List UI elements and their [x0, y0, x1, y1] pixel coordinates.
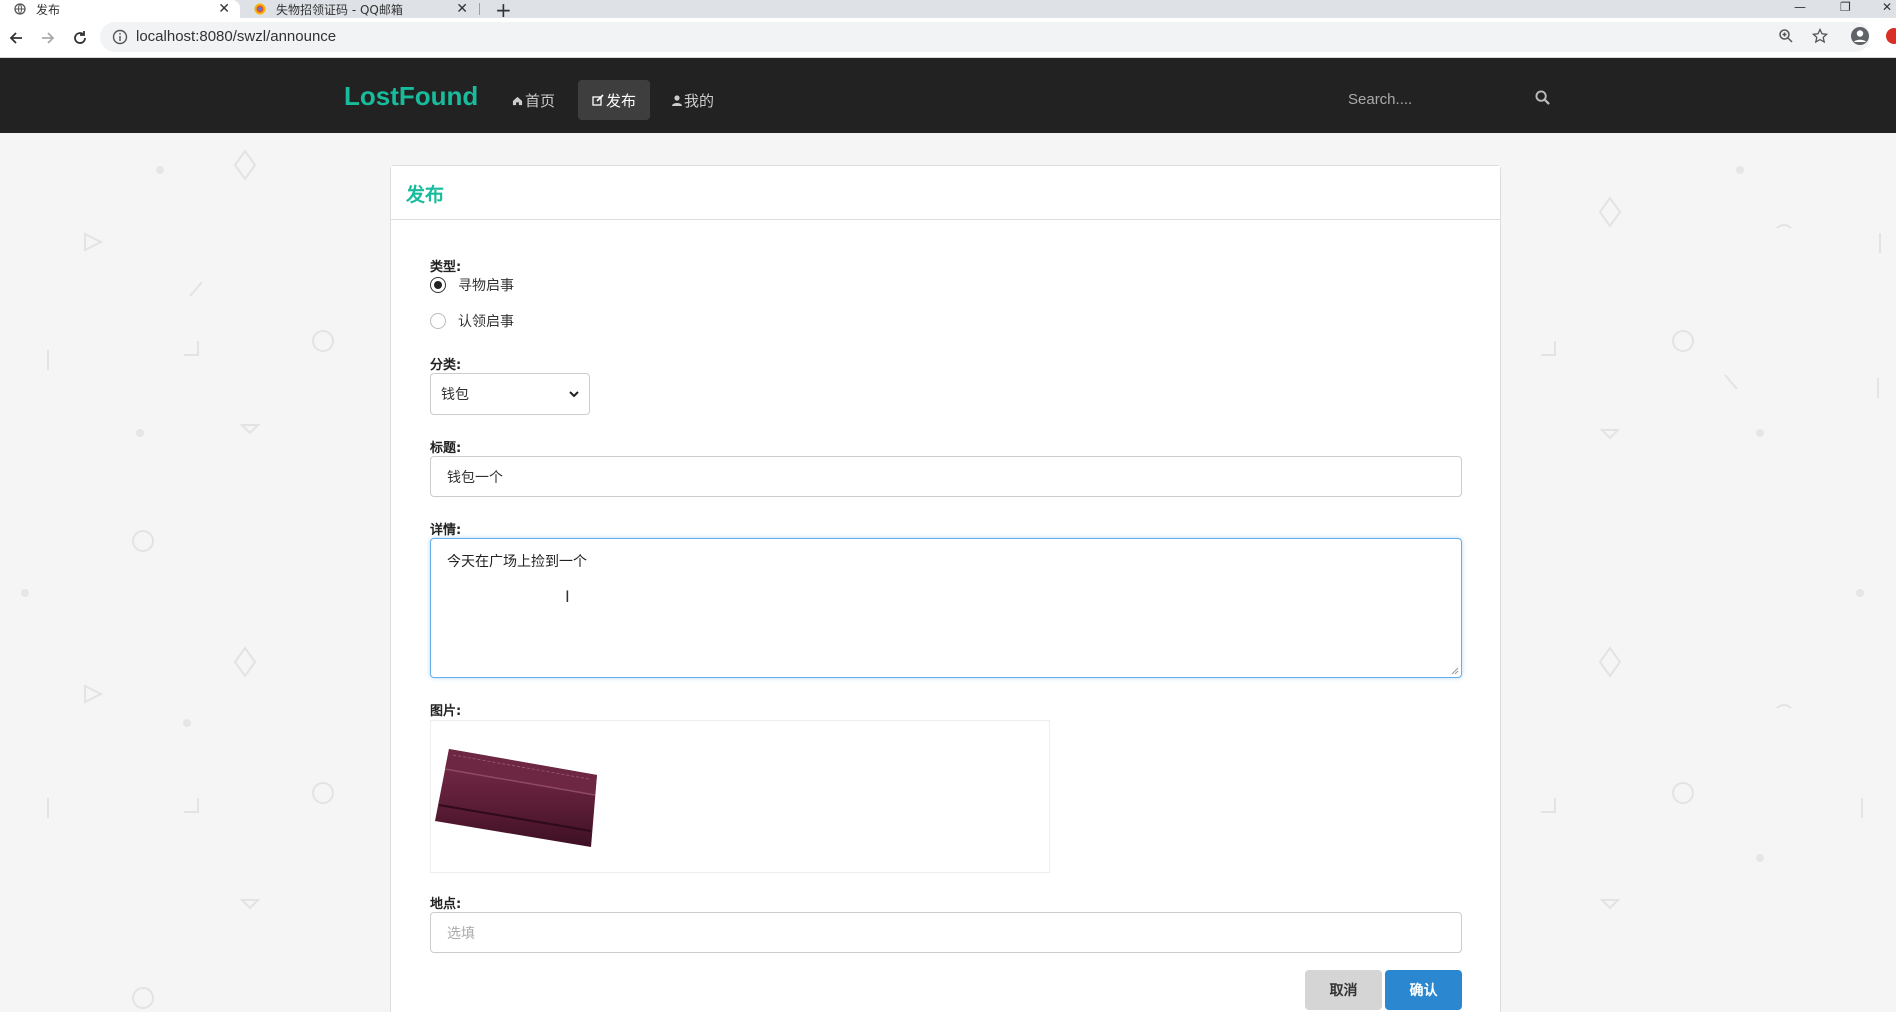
chevron-down-icon	[569, 390, 579, 397]
address-bar[interactable]: localhost:8080/swzl/announce	[100, 22, 1870, 52]
edit-icon	[592, 94, 604, 106]
nav-announce-label: 发布	[606, 91, 637, 110]
nav-home-label: 首页	[525, 91, 556, 110]
minimize-icon[interactable]: —	[1794, 0, 1806, 14]
image-label: 图片:	[430, 704, 462, 719]
radio-claim-notice-label: 认领启事	[458, 314, 514, 330]
title-input[interactable]: 钱包一个	[430, 456, 1462, 497]
user-icon	[672, 94, 682, 106]
search-icon[interactable]	[1535, 90, 1550, 109]
url-text: localhost:8080/swzl/announce	[136, 28, 337, 45]
search-input[interactable]	[1348, 84, 1528, 114]
zoom-icon[interactable]	[1778, 28, 1794, 48]
radio-claim-notice[interactable]: 认领启事	[430, 311, 514, 331]
nav-announce[interactable]: 发布	[578, 80, 651, 120]
tab-close-icon[interactable]: ✕	[456, 1, 468, 17]
back-arrow-icon[interactable]	[4, 26, 28, 50]
image-upload-area[interactable]	[430, 720, 1050, 873]
browser-tabstrip: 发布 ✕ 失物招领证码 - QQ邮箱 ✕ + — ❐ ✕	[0, 0, 1896, 22]
detail-textarea[interactable]: 今天在广场上捡到一个 I	[430, 538, 1462, 678]
panel-title: 发布	[406, 184, 445, 206]
confirm-button[interactable]: 确认	[1385, 970, 1462, 1010]
radio-lost-notice[interactable]: 寻物启事	[430, 275, 514, 295]
browser-toolbar: localhost:8080/swzl/announce	[0, 18, 1896, 58]
reload-icon[interactable]	[68, 26, 92, 50]
window-close-icon[interactable]: ✕	[1882, 0, 1892, 14]
title-label: 标题:	[430, 441, 462, 456]
extension-icon[interactable]	[1884, 28, 1896, 48]
page-body: LostFound 首页 发布 我的 发布 类型: 寻	[0, 58, 1896, 1012]
category-label: 分类:	[430, 358, 462, 373]
tab-close-icon[interactable]: ✕	[218, 1, 230, 17]
category-select[interactable]: 钱包	[430, 373, 590, 415]
location-placeholder: 选填	[447, 925, 475, 942]
bookmark-star-icon[interactable]	[1811, 27, 1829, 48]
qq-mail-icon	[254, 3, 266, 15]
location-label: 地点:	[430, 897, 462, 912]
wallet-image	[435, 749, 597, 847]
browser-tab-title: 发布	[36, 2, 61, 17]
restore-icon[interactable]: ❐	[1840, 0, 1851, 14]
radio-button[interactable]	[430, 313, 446, 329]
detail-value: 今天在广场上捡到一个	[447, 554, 587, 570]
nav-mine[interactable]: 我的	[658, 80, 728, 120]
profile-avatar-icon[interactable]	[1850, 26, 1870, 50]
announce-panel: 发布 类型: 寻物启事 认领启事 分类: 钱包 标题: 钱包一个 详情: 今天在…	[390, 165, 1501, 1012]
home-icon	[512, 96, 523, 105]
browser-tab[interactable]: 失物招领证码 - QQ邮箱 ✕	[240, 0, 478, 18]
nav-home[interactable]: 首页	[498, 80, 569, 120]
panel-heading: 发布	[391, 166, 1500, 220]
radio-lost-notice-label: 寻物启事	[458, 278, 514, 294]
nav-mine-label: 我的	[684, 91, 715, 110]
type-label: 类型:	[430, 260, 462, 275]
top-navbar: LostFound 首页 发布 我的	[0, 58, 1896, 133]
detail-label: 详情:	[430, 523, 462, 538]
category-value: 钱包	[441, 387, 469, 403]
radio-button-checked[interactable]	[430, 277, 446, 293]
forward-arrow-icon[interactable]	[36, 26, 60, 50]
text-cursor-icon: I	[565, 587, 570, 606]
location-input[interactable]: 选填	[430, 912, 1462, 953]
title-value: 钱包一个	[447, 469, 503, 486]
tab-separator	[479, 3, 480, 15]
navbar-search	[1348, 84, 1550, 114]
globe-icon	[14, 3, 26, 15]
cancel-button[interactable]: 取消	[1305, 970, 1382, 1010]
resize-handle-icon[interactable]	[1451, 667, 1459, 675]
browser-tab-active[interactable]: 发布 ✕	[0, 0, 240, 18]
browser-tab-title: 失物招领证码 - QQ邮箱	[276, 2, 403, 17]
info-icon[interactable]	[112, 29, 128, 45]
brand-logo[interactable]: LostFound	[344, 81, 478, 112]
